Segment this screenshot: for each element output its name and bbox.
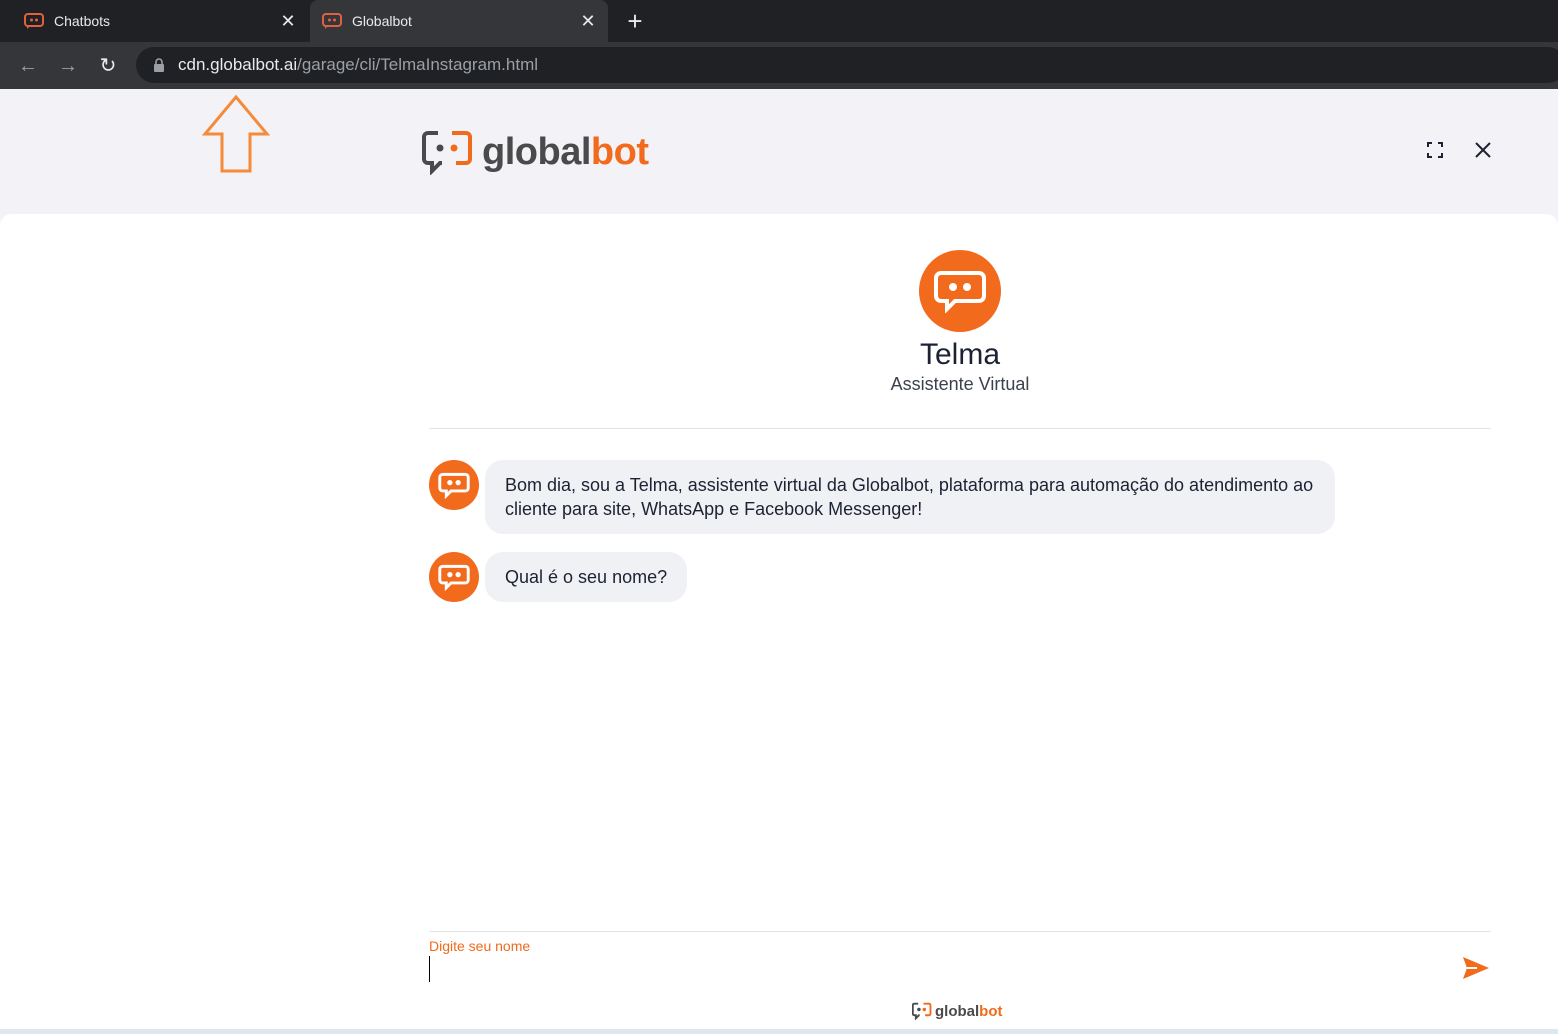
brand-suffix: bot [979,1002,1003,1020]
browser-toolbar: ← → ↻ cdn.globalbot.ai/garage/cli/TelmaI… [0,42,1558,89]
forward-arrow-icon[interactable]: → [54,52,82,80]
bot-avatar [429,460,479,510]
input-label: Digite seu nome [429,938,531,954]
expand-icon[interactable] [1423,138,1447,162]
tab-chatbots[interactable]: Chatbots ✕ [12,0,308,42]
bot-message: Bom dia, sou a Telma, assistente virtual… [429,460,1335,534]
bot-profile: Telma Assistente Virtual [860,250,1060,395]
chat-bubble-icon [934,271,986,313]
divider [429,428,1491,429]
bot-message: Qual é o seu nome? [429,552,688,602]
footer-logo: globalbot [912,1002,1003,1020]
bot-avatar [919,250,1001,332]
url-host: cdn.globalbot.ai [178,55,298,74]
name-input[interactable] [429,956,1439,982]
close-icon[interactable] [1471,138,1495,162]
lock-icon [154,58,164,72]
globalbot-logo-icon [912,1002,932,1020]
tab-title: Chatbots [54,13,111,29]
bot-avatar [429,552,479,602]
taskbar-strip [0,1029,1558,1034]
message-bubble: Qual é o seu nome? [485,552,688,602]
close-icon[interactable]: ✕ [578,11,598,31]
globalbot-favicon [24,13,44,29]
back-arrow-icon[interactable]: ← [14,52,42,80]
plus-icon[interactable]: + [622,8,648,35]
chat-page: globalbot Telma Assistente Virtual Bom d… [0,89,1558,1034]
browser-tab-bar: Chatbots ✕ Globalbot ✕ + [0,0,1558,42]
globalbot-logo-icon [422,131,472,175]
brand-prefix: global [935,1002,980,1020]
brand-prefix: global [482,130,591,173]
tab-title: Globalbot [352,13,412,29]
chat-panel: Telma Assistente Virtual Bom dia, sou a … [0,214,1558,1032]
footer-wordmark: globalbot [935,1003,1003,1020]
up-arrow-annotation [202,94,270,173]
globalbot-favicon [322,13,342,29]
reload-icon[interactable]: ↻ [94,52,122,80]
page-header: globalbot [0,89,1558,214]
brand-wordmark: globalbot [482,130,649,174]
send-icon[interactable] [1461,955,1491,981]
tab-globalbot[interactable]: Globalbot ✕ [310,0,608,42]
bot-role: Assistente Virtual [890,374,1030,394]
brand-suffix: bot [590,130,649,173]
bot-name: Telma [919,338,1001,371]
chat-bubble-icon [438,564,470,591]
divider [429,931,1491,932]
globalbot-logo: globalbot [422,129,649,175]
url-path: /garage/cli/TelmaInstagram.html [297,55,539,74]
chat-bubble-icon [438,472,470,499]
message-bubble: Bom dia, sou a Telma, assistente virtual… [485,460,1335,534]
address-bar[interactable]: cdn.globalbot.ai/garage/cli/TelmaInstagr… [136,47,1558,83]
close-icon[interactable]: ✕ [278,11,298,31]
